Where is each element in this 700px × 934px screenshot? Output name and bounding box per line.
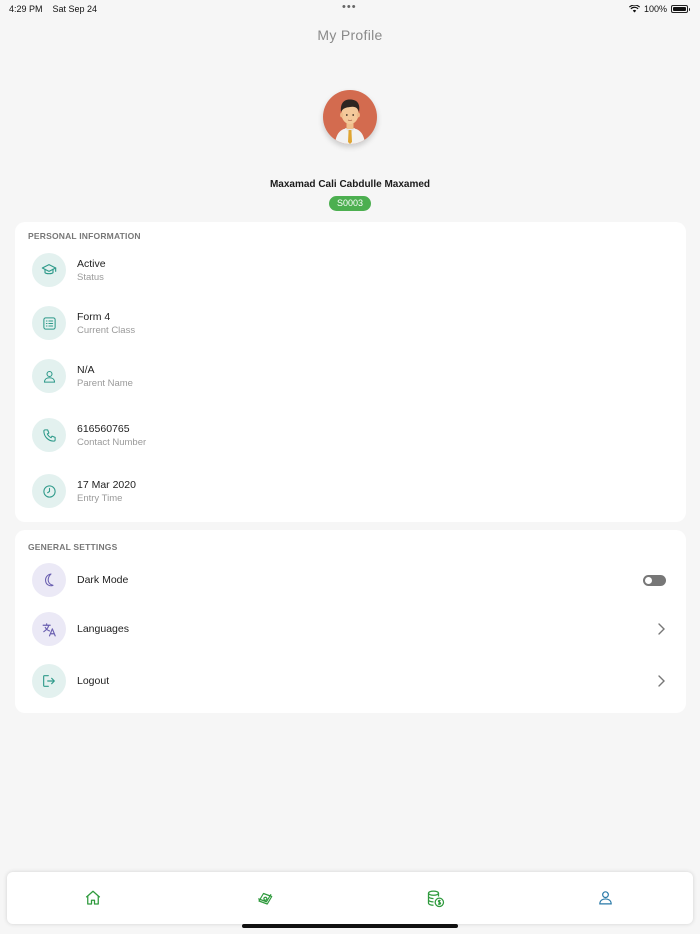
home-indicator[interactable]: [242, 924, 458, 928]
tab-profile[interactable]: [597, 889, 615, 907]
parent-name-value: N/A: [77, 364, 95, 376]
contact-number-label: Contact Number: [77, 437, 147, 448]
logout-icon: [32, 664, 66, 698]
general-settings-heading: GENERAL SETTINGS: [28, 542, 118, 552]
contact-number-value: 616560765: [77, 423, 130, 435]
tab-payments[interactable]: [255, 889, 273, 907]
settings-row-languages[interactable]: Languages: [32, 612, 668, 648]
info-row-entry-time: 17 Mar 2020 Entry Time: [32, 474, 668, 510]
profile-icon: [599, 891, 612, 905]
battery-icon: [671, 5, 690, 13]
graduation-cap-icon: [32, 253, 66, 287]
personal-information-heading: PERSONAL INFORMATION: [28, 231, 141, 241]
status-value: Active: [77, 258, 106, 270]
translate-icon: [32, 612, 66, 646]
info-row-contact-number: 616560765 Contact Number: [32, 418, 668, 454]
multitasking-dots-icon[interactable]: •••: [342, 1, 357, 13]
settings-row-dark-mode: Dark Mode: [32, 563, 668, 599]
bottom-tab-bar: [7, 872, 693, 924]
personal-information-card: PERSONAL INFORMATION Active Status Form …: [15, 222, 686, 522]
moon-icon: [32, 563, 66, 597]
parent-name-label: Parent Name: [77, 378, 133, 389]
logout-label: Logout: [77, 675, 110, 687]
settings-row-logout[interactable]: Logout: [32, 664, 668, 700]
avatar-illustration-icon: [335, 99, 365, 144]
student-id-badge: S0003: [329, 196, 371, 211]
home-icon: [85, 890, 101, 905]
entry-time-label: Entry Time: [77, 493, 123, 504]
info-row-current-class: Form 4 Current Class: [32, 306, 668, 342]
class-list-icon: [32, 306, 66, 340]
clock-icon: [32, 474, 66, 508]
info-row-parent-name: N/A Parent Name: [32, 359, 668, 395]
dark-mode-label: Dark Mode: [77, 574, 129, 586]
current-class-label: Current Class: [77, 325, 136, 336]
student-name: Maxamad Cali Cabdulle Maxamed: [269, 179, 431, 190]
wifi-icon: [628, 5, 640, 13]
status-label: Status: [77, 272, 104, 283]
phone-icon: [32, 418, 66, 452]
toggle-knob: [645, 577, 652, 584]
entry-time-value: 17 Mar 2020: [77, 479, 136, 491]
avatar[interactable]: [323, 90, 377, 144]
tab-fees[interactable]: [426, 889, 445, 908]
current-class-value: Form 4: [77, 311, 111, 323]
page-title: My Profile: [317, 27, 383, 43]
general-settings-card: GENERAL SETTINGS Dark Mode Languages Log…: [15, 530, 686, 713]
status-time: 4:29 PM: [9, 4, 43, 14]
coins-icon: [427, 890, 445, 908]
status-bar: 4:29 PM Sat Sep 24 ••• 100%: [0, 0, 700, 16]
battery-percent: 100%: [643, 4, 667, 14]
languages-label: Languages: [77, 623, 129, 635]
status-date: Sat Sep 24: [52, 4, 98, 14]
info-row-status: Active Status: [32, 253, 668, 289]
money-icon: [258, 892, 273, 905]
person-icon: [32, 359, 66, 393]
tab-home[interactable]: [84, 889, 102, 907]
chevron-right-icon: [658, 675, 665, 687]
chevron-right-icon: [658, 623, 665, 635]
dark-mode-toggle[interactable]: [643, 575, 666, 586]
